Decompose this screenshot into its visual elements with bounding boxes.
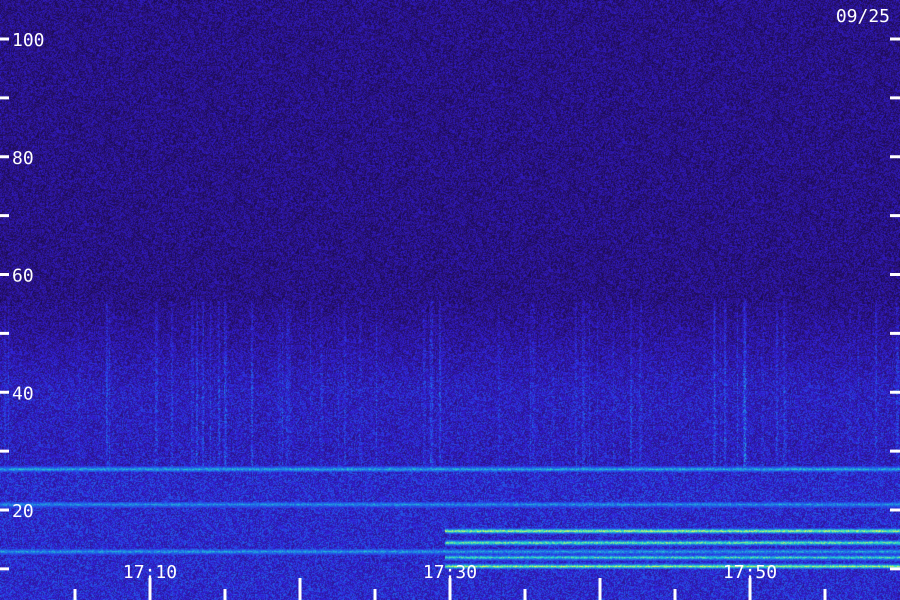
date-label: 09/25 [836,6,890,27]
x-tick-label: 17:50 [723,562,777,583]
x-tick-label: 17:30 [423,562,477,583]
y-tick-label: 40 [12,383,34,404]
x-tick-label: 17:10 [123,562,177,583]
axes-overlay: 20 40 60 80 100 17:10 17:30 17:50 09/25 [0,6,900,600]
y-axis: 20 40 60 80 100 [0,30,900,571]
y-tick-label: 100 [12,30,45,51]
y-tick-label: 60 [12,266,34,287]
y-tick-label: 80 [12,148,34,169]
x-axis: 17:10 17:30 17:50 [73,562,827,600]
y-tick-label: 20 [12,501,34,522]
spectrogram-chart: 20 40 60 80 100 17:10 17:30 17:50 09/25 [0,0,900,600]
